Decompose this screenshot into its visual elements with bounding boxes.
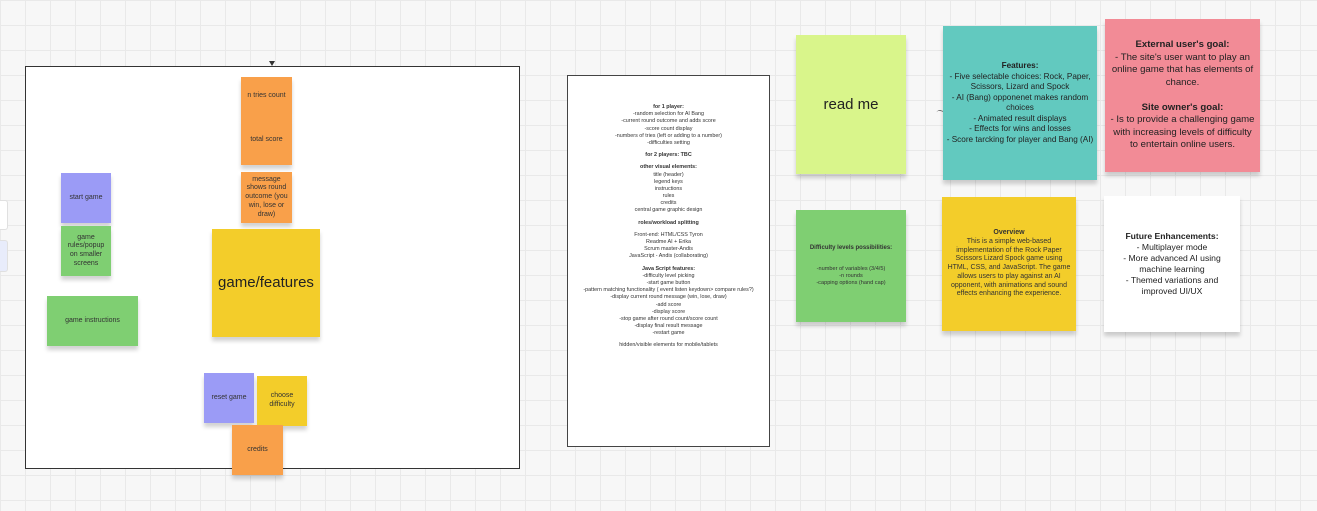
sticky-text: reset game [211, 393, 247, 401]
plan-document[interactable]: for 1 player: -random selection for AI Ba… [567, 75, 770, 447]
plan-line: -difficulty level picking [642, 272, 695, 279]
sticky-content: Future Enhancements: - Multiplayer mode … [1107, 220, 1237, 308]
sticky-text: total score [250, 135, 283, 143]
plan-line: legend keys [654, 178, 683, 185]
plan-document-body: for 1 player: -random selection for AI Ba… [568, 76, 769, 359]
sticky-body: - Five selectable choices: Rock, Paper, … [946, 71, 1094, 144]
plan-section-heading: roles/workload splitting [638, 219, 699, 226]
plan-line: credits [660, 200, 677, 207]
sticky-tries-count[interactable]: n tries count [241, 77, 292, 115]
plan-line: title (header) [653, 171, 684, 178]
plan-line: rules [662, 193, 675, 200]
plan-line: Scrum master-Andis [644, 246, 693, 253]
sticky-title: Features: [1001, 61, 1039, 70]
plan-section-heading: for 2 players: TBC [645, 152, 692, 159]
sticky-text: game/features [218, 274, 314, 292]
plan-line: -difficulties setting [647, 139, 690, 146]
sticky-text: n tries count [247, 91, 286, 99]
plan-line: JavaScript - Andis (collaborating) [629, 253, 708, 260]
sticky-goals[interactable]: External user's goal: - The site's user … [1105, 19, 1260, 172]
plan-section-heading: other visual elements: [640, 164, 697, 171]
plan-line: -restart game [652, 330, 685, 337]
sticky-choose-difficulty[interactable]: choose difficulty [257, 376, 307, 426]
plan-line: -stop game after round count/score count [619, 315, 718, 322]
sticky-body: - The site's user want to play an online… [1111, 51, 1254, 88]
sticky-game-instructions[interactable]: game instructions [47, 296, 138, 346]
sticky-body: - Is to provide a challenging game with … [1110, 114, 1255, 151]
plan-line: hidden/visible elements for mobile/table… [619, 342, 718, 349]
sticky-text: credits [247, 445, 268, 453]
sticky-message[interactable]: message shows round outcome (you win, lo… [241, 172, 292, 223]
sticky-total-score[interactable]: total score [241, 115, 292, 165]
plan-line: -display current round message (win, los… [610, 294, 727, 301]
sticky-text: start game [69, 193, 103, 201]
sticky-difficulty[interactable]: Difficulty levels possibilities: -number… [796, 210, 906, 322]
plan-line: -add score [655, 301, 682, 308]
plan-line: central game graphic design [634, 207, 703, 214]
sticky-content: External user's goal: - The site's user … [1108, 27, 1257, 164]
sticky-text: game rules/popup on smaller screens [67, 233, 105, 267]
plan-line: -random selection for AI Bang [632, 111, 704, 118]
plan-line: -current round outcome and adds score [621, 118, 716, 125]
sticky-reset-game[interactable]: reset game [204, 373, 254, 423]
sticky-text: game instructions [65, 316, 120, 324]
plan-line: -numbers of tries (left or adding to a n… [615, 132, 722, 139]
sticky-credits[interactable]: credits [232, 425, 283, 475]
sticky-title: Difficulty levels possibilities: [809, 244, 893, 251]
sticky-content: Features: - Five selectable choices: Roc… [946, 51, 1094, 156]
plan-section-heading: for 1 player: [653, 104, 684, 110]
sticky-title: External user's goal: [1135, 39, 1230, 51]
plan-line: -display score [651, 308, 686, 315]
left-panel-tab-1[interactable] [0, 200, 8, 230]
plan-line: instructions [654, 185, 683, 192]
sticky-body: - Multiplayer mode - More advanced AI us… [1123, 242, 1221, 296]
sticky-overview[interactable]: Overview This is a simple web-based impl… [942, 197, 1076, 331]
sticky-text: message shows round outcome (you win, lo… [245, 175, 288, 218]
plan-line: -display final result message [634, 323, 703, 330]
sticky-start-game[interactable]: start game [61, 173, 111, 223]
sticky-game-rules[interactable]: game rules/popup on smaller screens [61, 226, 111, 276]
sticky-title: Future Enhancements: [1125, 231, 1219, 241]
left-panel-tab-2[interactable] [0, 240, 8, 272]
plan-section-heading: Java Script features: [641, 265, 696, 272]
plan-line: -score count display [644, 125, 693, 132]
sticky-title: Overview [993, 229, 1025, 236]
plan-line: Readme AI + Erika [645, 239, 692, 245]
plan-line: Front-end: HTML/CSS Tyron [634, 231, 703, 238]
sticky-features[interactable]: Features: - Five selectable choices: Roc… [943, 26, 1097, 180]
sticky-body: This is a simple web-based implementatio… [947, 237, 1071, 298]
sticky-content: Overview This is a simple web-based impl… [945, 220, 1073, 308]
sticky-body: -number of variables (3/4/5) -n rounds -… [816, 265, 886, 287]
plan-line: -start game button [646, 279, 691, 286]
sticky-read-me[interactable]: read me [796, 35, 906, 174]
sticky-text: read me [823, 95, 879, 113]
sticky-text: choose difficulty [269, 392, 295, 408]
sticky-future[interactable]: Future Enhancements: - Multiplayer mode … [1104, 196, 1240, 332]
sticky-title: Site owner's goal: [1141, 101, 1224, 113]
sticky-game-features[interactable]: game/features [212, 229, 320, 337]
sticky-content: Difficulty levels possibilities: -number… [810, 237, 892, 294]
plan-line: -pattern matching functionality ( event … [583, 287, 754, 294]
